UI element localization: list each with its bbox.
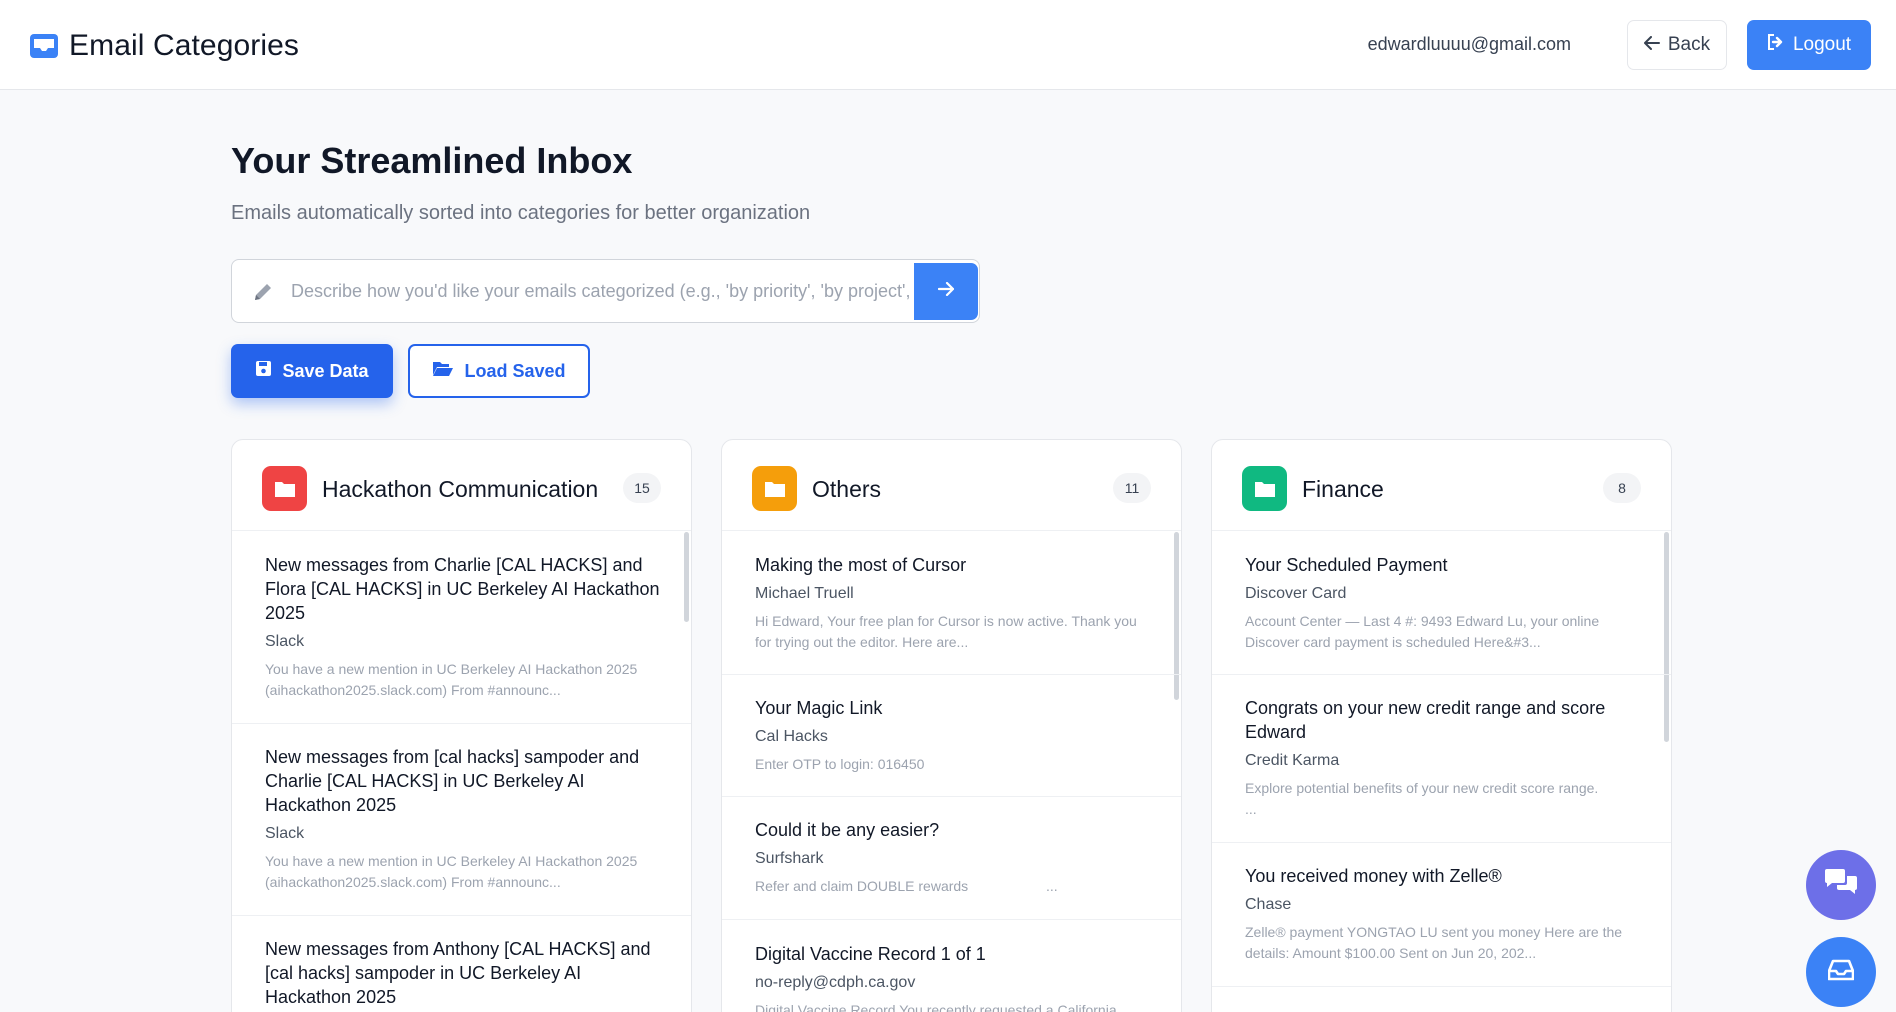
back-label: Back — [1667, 34, 1711, 55]
email-subject: Digital Vaccine Record 1 of 1 — [755, 944, 986, 964]
category-title: Others — [812, 476, 882, 502]
email-subject: New messages from [cal hacks] sampoder a… — [265, 747, 640, 815]
user-email: edwardluuuu@gmail.com — [1367, 34, 1571, 54]
brand: Email Categories — [29, 29, 299, 63]
email-sender: Michael Truell — [755, 585, 854, 602]
submit-prompt-button[interactable] — [914, 263, 978, 320]
email-snippet: You have a new mention in UC Berkeley AI… — [265, 853, 638, 890]
arrow-left-icon — [1643, 34, 1668, 56]
logout-label: Logout — [1792, 34, 1852, 55]
chat-button[interactable] — [1806, 850, 1876, 920]
email-item[interactable]: New messages from Anthony [CAL HACKS] an… — [232, 916, 691, 1012]
email-snippet: Enter OTP to login: 016450 — [755, 756, 925, 772]
email-item[interactable]: Congrats on your new credit range and sc… — [1212, 675, 1671, 843]
category-title: Finance — [1302, 476, 1384, 502]
email-sender: Credit Karma — [1245, 752, 1340, 769]
email-sender: no-reply@cdph.ca.gov — [755, 974, 916, 991]
load-saved-label: Load Saved — [464, 360, 566, 381]
folder-icon — [752, 466, 797, 511]
category-count-badge: 8 — [1603, 473, 1641, 503]
save-data-label: Save Data — [282, 360, 369, 381]
email-sender: Surfshark — [755, 850, 824, 867]
inbox-icon — [1827, 959, 1855, 986]
email-subject: Your Scheduled Payment — [1245, 555, 1448, 575]
category-column-finance: Finance 8 Your Scheduled Payment Discove… — [1211, 439, 1672, 1012]
app-title: Email Categories — [69, 29, 300, 62]
arrow-right-icon — [937, 281, 955, 301]
email-snippet: Account Center — Last 4 #: 9493 Edward L… — [1245, 613, 1600, 650]
sign-out-icon — [1767, 34, 1793, 56]
email-subject: Your Magic Link — [755, 698, 883, 718]
email-subject: Making the most of Cursor — [755, 555, 967, 575]
category-title: Hackathon Communication — [322, 476, 599, 502]
folder-open-icon — [432, 360, 464, 382]
email-item[interactable]: Making the most of Cursor Michael Truell… — [722, 531, 1181, 675]
logout-button[interactable]: Logout — [1747, 20, 1871, 70]
email-list: New messages from Charlie [CAL HACKS] an… — [232, 531, 691, 1012]
folder-icon — [262, 466, 307, 511]
email-subject: Congrats on your new credit range and sc… — [1245, 698, 1606, 742]
email-sender: Discover Card — [1245, 585, 1347, 602]
email-item[interactable]: You received money with Zelle® Chase Zel… — [1212, 843, 1671, 987]
top-bar: Email Categories edwardluuuu@gmail.com B… — [0, 0, 1896, 90]
email-subject: You received money with Zelle® — [1245, 866, 1502, 886]
email-item[interactable]: Your Magic Link Cal Hacks Enter OTP to l… — [722, 675, 1181, 797]
email-snippet: Explore potential benefits of your new c… — [1245, 780, 1661, 817]
email-sender: Slack — [265, 825, 305, 842]
email-item[interactable]: Digital Vaccine Record 1 of 1 no-reply@c… — [722, 920, 1181, 1012]
email-sender: Chase — [1245, 896, 1292, 913]
email-list: Making the most of Cursor Michael Truell… — [722, 531, 1181, 1012]
email-item[interactable]: New messages from Charlie [CAL HACKS] an… — [232, 531, 691, 724]
back-button[interactable]: Back — [1627, 20, 1727, 70]
email-subject: New messages from Anthony [CAL HACKS] an… — [265, 939, 651, 1007]
email-item[interactable]: Your Scheduled Payment Discover Card Acc… — [1212, 531, 1671, 675]
inbox-icon — [29, 31, 59, 61]
floppy-disk-icon — [255, 360, 282, 382]
category-header: Finance 8 — [1212, 440, 1671, 531]
inbox-button[interactable] — [1806, 937, 1876, 1007]
email-item[interactable]: New messages from [cal hacks] sampoder a… — [232, 724, 691, 916]
email-sender: Slack — [265, 633, 305, 650]
category-count-badge: 15 — [623, 473, 661, 503]
category-column-others: Others 11 Making the most of Cursor Mich… — [721, 439, 1182, 1012]
category-column-hackathon: Hackathon Communication 15 New messages … — [231, 439, 692, 1012]
email-snippet: Zelle® payment YONGTAO LU sent you money… — [1245, 924, 1623, 961]
category-header: Others 11 — [722, 440, 1181, 531]
load-saved-button[interactable]: Load Saved — [408, 344, 590, 398]
email-snippet: Refer and claim DOUBLE rewards ... — [755, 878, 1058, 894]
category-header: Hackathon Communication 15 — [232, 440, 691, 531]
categorize-prompt-input[interactable] — [291, 271, 911, 311]
email-sender: Cal Hacks — [755, 728, 828, 745]
pencil-icon — [252, 281, 274, 308]
page-subtitle: Emails automatically sorted into categor… — [231, 202, 811, 224]
email-snippet: You have a new mention in UC Berkeley AI… — [265, 661, 638, 698]
email-list: Your Scheduled Payment Discover Card Acc… — [1212, 531, 1671, 987]
folder-icon — [1242, 466, 1287, 511]
email-snippet: Hi Edward, Your free plan for Cursor is … — [755, 613, 1137, 650]
save-data-button[interactable]: Save Data — [231, 344, 393, 398]
page-title: Your Streamlined Inbox — [231, 140, 633, 181]
chat-bubbles-icon — [1823, 868, 1859, 903]
email-subject: New messages from Charlie [CAL HACKS] an… — [265, 555, 660, 623]
email-snippet: Digital Vaccine Record You recently requ… — [755, 1002, 1117, 1012]
category-count-badge: 11 — [1113, 473, 1151, 503]
email-subject: Could it be any easier? — [755, 820, 940, 840]
prompt-input-wrap — [291, 271, 911, 311]
email-item[interactable]: Could it be any easier? Surfshark Refer … — [722, 797, 1181, 920]
